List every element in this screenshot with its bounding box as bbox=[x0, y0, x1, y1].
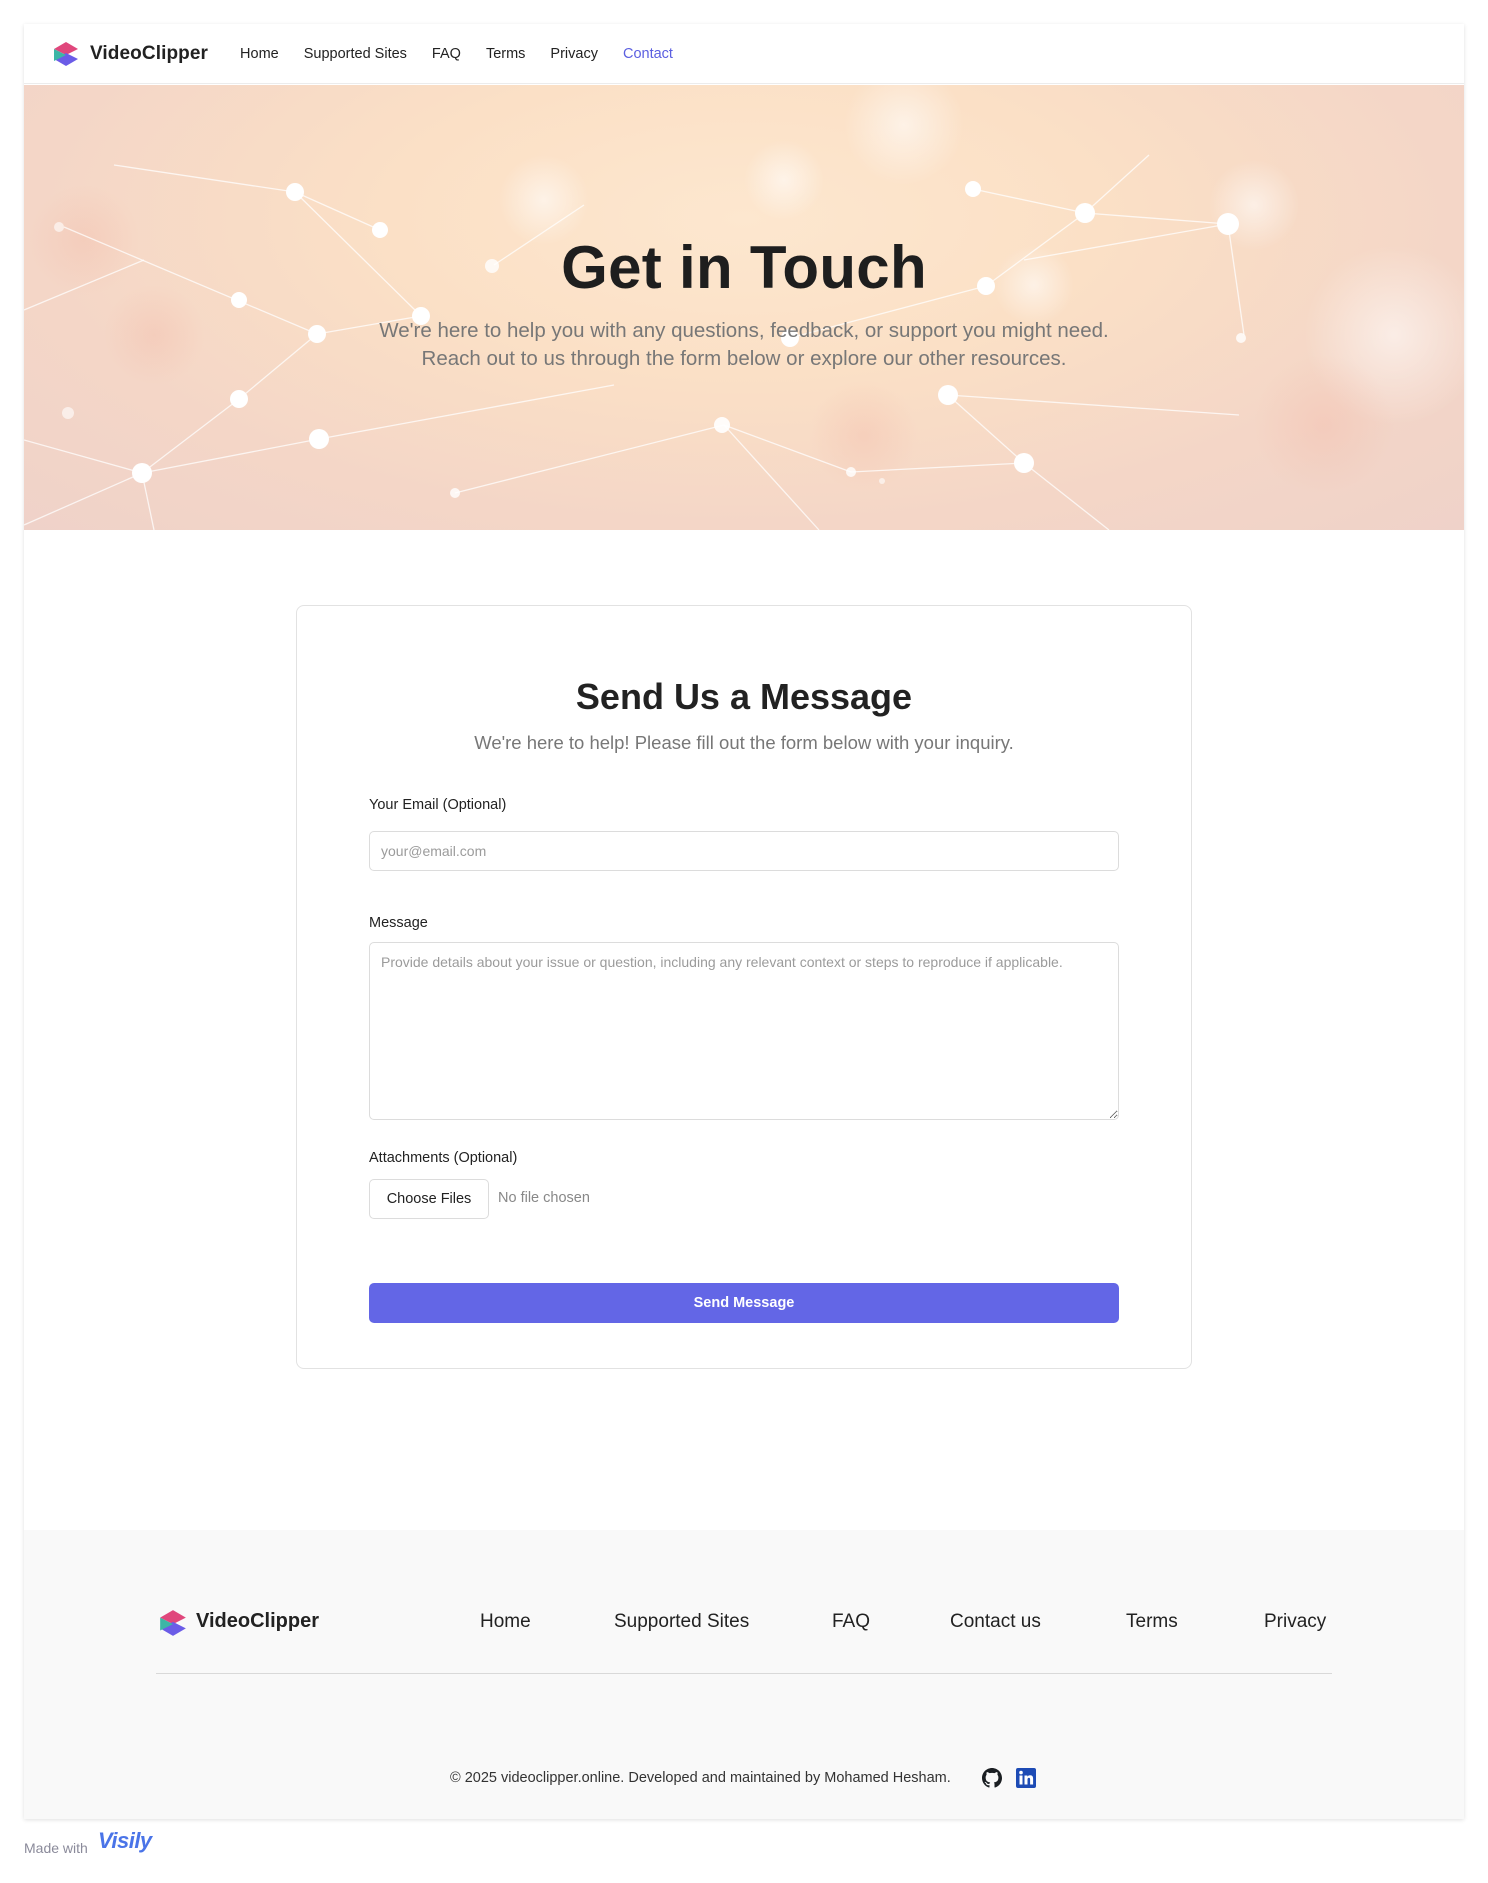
attachments-label: Attachments (Optional) bbox=[369, 1150, 518, 1166]
form-subtitle: We're here to help! Please fill out the … bbox=[474, 732, 1014, 753]
message-label: Message bbox=[369, 915, 428, 931]
footer-link-terms[interactable]: Terms bbox=[1126, 1611, 1178, 1633]
visily-logo[interactable]: Visily bbox=[98, 1828, 152, 1854]
send-message-button[interactable]: Send Message bbox=[369, 1283, 1119, 1323]
hero-subtitle-line-1: We're here to help you with any question… bbox=[379, 319, 1109, 342]
contact-form-card: Send Us a Message We're here to help! Pl… bbox=[296, 605, 1192, 1369]
nav-link-supported-sites[interactable]: Supported Sites bbox=[304, 46, 407, 62]
linkedin-icon[interactable] bbox=[1016, 1768, 1036, 1788]
choose-files-button[interactable]: Choose Files bbox=[369, 1179, 489, 1219]
file-status-text: No file chosen bbox=[498, 1190, 590, 1206]
hero-banner: Get in Touch We're here to help you with… bbox=[24, 85, 1464, 530]
network-background-image bbox=[24, 85, 1464, 530]
footer-link-privacy[interactable]: Privacy bbox=[1264, 1611, 1326, 1633]
form-title: Send Us a Message bbox=[575, 676, 913, 717]
hero-title: Get in Touch bbox=[561, 234, 927, 301]
footer-divider bbox=[156, 1673, 1332, 1674]
copyright-text: © 2025 videoclipper.online. Developed an… bbox=[450, 1770, 951, 1786]
github-icon[interactable] bbox=[982, 1768, 1002, 1788]
footer-link-faq[interactable]: FAQ bbox=[832, 1611, 870, 1633]
top-nav: VideoClipper Home Supported Sites FAQ Te… bbox=[24, 24, 1464, 84]
footer-brand-name[interactable]: VideoClipper bbox=[196, 1610, 319, 1633]
footer-logo-icon[interactable] bbox=[158, 1608, 188, 1638]
made-with-text: Made with bbox=[24, 1840, 88, 1856]
email-field[interactable] bbox=[369, 831, 1119, 871]
nav-link-contact[interactable]: Contact bbox=[623, 46, 673, 62]
email-label: Your Email (Optional) bbox=[369, 797, 507, 813]
footer-link-contact-us[interactable]: Contact us bbox=[950, 1611, 1041, 1633]
footer: VideoClipper Home Supported Sites FAQ Co… bbox=[24, 1530, 1464, 1819]
brand-name[interactable]: VideoClipper bbox=[90, 43, 208, 65]
nav-link-home[interactable]: Home bbox=[240, 46, 279, 62]
hero-subtitle-line-2: Reach out to us through the form below o… bbox=[421, 347, 1067, 370]
hero-subtitle: We're here to help you with any question… bbox=[24, 317, 1464, 373]
logo-icon[interactable] bbox=[52, 40, 80, 68]
nav-link-privacy[interactable]: Privacy bbox=[550, 46, 598, 62]
nav-link-terms[interactable]: Terms bbox=[486, 46, 525, 62]
footer-link-supported-sites[interactable]: Supported Sites bbox=[614, 1611, 749, 1633]
nav-link-faq[interactable]: FAQ bbox=[432, 46, 461, 62]
page: VideoClipper Home Supported Sites FAQ Te… bbox=[24, 24, 1464, 1819]
message-textarea[interactable] bbox=[369, 942, 1119, 1120]
footer-link-home[interactable]: Home bbox=[480, 1611, 531, 1633]
